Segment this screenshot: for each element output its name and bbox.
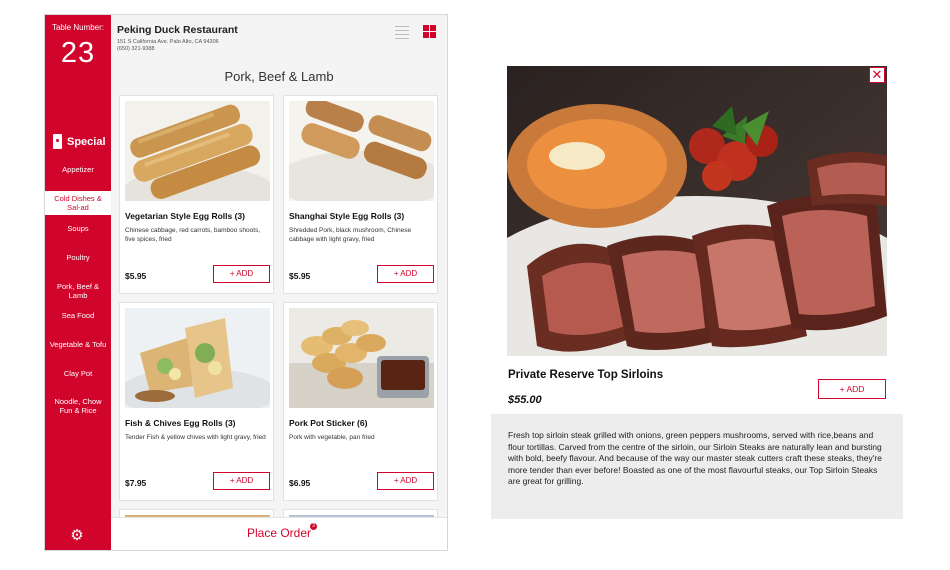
menu-card[interactable]: Vegetarian Style Egg Rolls (3) Chinese c…: [119, 95, 274, 294]
order-count-badge: 3: [310, 523, 318, 530]
sidebar-item-clay-pot[interactable]: Clay Pot: [45, 369, 111, 378]
sidebar-item-appetizer[interactable]: Appetizer: [45, 165, 111, 174]
table-number: 23: [60, 37, 96, 69]
close-icon[interactable]: ✕: [869, 67, 885, 83]
place-order-bar[interactable]: Place Order 3: [111, 517, 447, 550]
menu-item-price: $5.95: [125, 271, 147, 281]
add-button[interactable]: + ADD: [377, 265, 434, 283]
list-view-icon[interactable]: [395, 26, 409, 39]
sidebar-item-cold-dishes[interactable]: Cold Dishes & Sal-ad: [45, 191, 111, 215]
phone-line: (650) 321-9388: [117, 45, 155, 52]
restaurant-name: Peking Duck Restaurant: [117, 24, 238, 36]
add-button[interactable]: + ADD: [213, 265, 270, 283]
section-title: Pork, Beef & Lamb: [224, 69, 334, 84]
item-detail-panel: ✕ Private Reserve Top Sirloins $55.00 + …: [491, 64, 903, 519]
menu-card[interactable]: Shanghai Style Egg Rolls (3) Shredded Po…: [283, 95, 438, 294]
menu-card[interactable]: Fish & Chives Egg Rolls (3) Tender Fish …: [119, 302, 274, 501]
detail-description-box: Fresh top sirloin steak grilled with oni…: [491, 414, 903, 519]
detail-item-price: $55.00: [508, 394, 542, 406]
menu-item-description: Shredded Pork, black mushroom, Chinese c…: [289, 227, 412, 243]
detail-add-button[interactable]: + ADD: [818, 379, 886, 399]
menu-item-price: $5.95: [289, 271, 311, 281]
fish-chives-rolls-image: [125, 308, 270, 408]
add-button[interactable]: + ADD: [213, 472, 270, 490]
detail-description: Fresh top sirloin steak grilled with oni…: [508, 430, 882, 486]
menu-item-price: $7.95: [125, 478, 147, 488]
address-line: 151 S California Ave. Palo Alto, CA 9430…: [117, 39, 219, 45]
sidebar-item-special[interactable]: Special: [53, 134, 106, 149]
menu-item-name: Fish & Chives Egg Rolls (3): [125, 418, 236, 428]
menu-item-description: Tender Fish & yellow chives with light g…: [125, 434, 266, 441]
menu-item-name: Pork Pot Sticker (6): [289, 418, 368, 428]
menu-item-name: Vegetarian Style Egg Rolls (3): [125, 211, 245, 221]
menu-item-description: Pork with vegetable, pan fried: [289, 434, 375, 441]
sidebar-item-noodle-rice[interactable]: Noodle, Chow Fun & Rice: [45, 397, 111, 415]
menu-item-name: Shanghai Style Egg Rolls (3): [289, 211, 405, 221]
menu-card[interactable]: Pork Pot Sticker (6) Pork with vegetable…: [283, 302, 438, 501]
restaurant-address: 151 S California Ave. Palo Alto, CA 9430…: [117, 39, 219, 52]
gear-icon[interactable]: ⚙: [69, 528, 85, 544]
sidebar-item-sea-food[interactable]: Sea Food: [45, 311, 111, 320]
sidebar: Table Number: 23 Special Appetizer Cold …: [45, 15, 111, 550]
menu-item-price: $6.95: [289, 478, 311, 488]
detail-item-name: Private Reserve Top Sirloins: [508, 369, 664, 381]
place-order-button[interactable]: Place Order 3: [246, 523, 318, 540]
add-button[interactable]: + ADD: [377, 472, 434, 490]
sidebar-item-soups[interactable]: Soups: [45, 224, 111, 233]
special-menu-icon: [53, 134, 62, 149]
place-order-label: Place Order: [246, 526, 312, 540]
shanghai-egg-rolls-image: [289, 101, 434, 201]
special-label: Special: [67, 135, 106, 148]
table-number-label: Table Number:: [51, 23, 105, 32]
sidebar-item-vegetable-tofu[interactable]: Vegetable & Tofu: [45, 340, 111, 349]
menu-main: Peking Duck Restaurant 151 S California …: [111, 15, 447, 550]
grid-view-icon[interactable]: [423, 25, 436, 38]
pot-sticker-image: [289, 308, 434, 408]
sirloin-steak-image: [507, 66, 887, 356]
tablet-app: Table Number: 23 Special Appetizer Cold …: [44, 14, 448, 551]
egg-rolls-image: [125, 101, 270, 201]
menu-item-description: Chinese cabbage, red carrots, bamboo sho…: [125, 227, 261, 243]
sidebar-item-pork-beef-lamb[interactable]: Pork, Beef & Lamb: [45, 282, 111, 300]
sidebar-item-poultry[interactable]: Poultry: [45, 253, 111, 262]
